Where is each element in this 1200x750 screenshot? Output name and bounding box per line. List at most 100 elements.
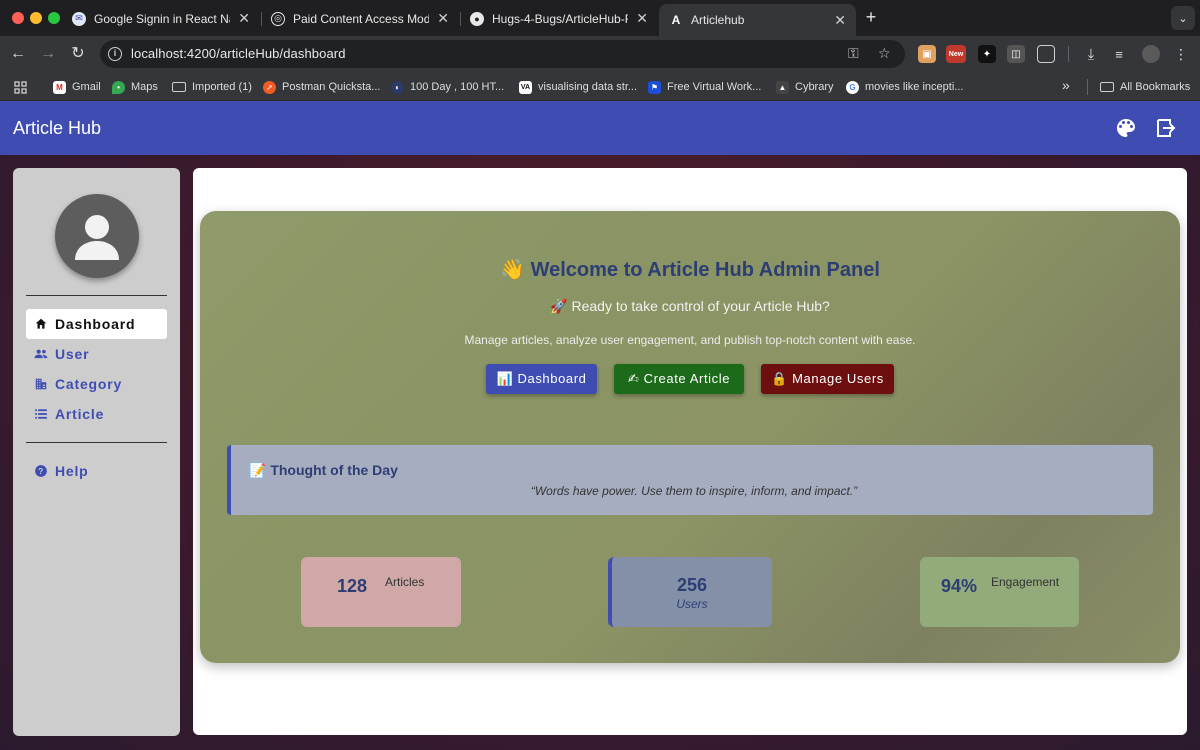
va-icon: VA [519, 80, 532, 94]
people-icon [34, 349, 48, 359]
dashboard-button[interactable]: 📊 Dashboard [486, 364, 597, 394]
home-icon [35, 318, 47, 329]
minimize-window-button[interactable] [30, 12, 42, 24]
bookmark-label: Maps [131, 81, 158, 93]
svg-text:?: ? [38, 467, 43, 476]
stat-label: Articles [385, 575, 425, 589]
thought-of-the-day-card: 📝 Thought of the Day “Words have power. … [227, 445, 1153, 515]
stat-card-engagement: 94% Engagement [920, 557, 1079, 627]
manage-users-button[interactable]: 🔒 Manage Users [761, 364, 894, 394]
maximize-window-button[interactable] [48, 12, 60, 24]
browser-tab-active[interactable]: A Articlehub ✕ [659, 4, 856, 36]
help-icon: ? [35, 465, 47, 477]
welcome-subtitle: 🚀 Ready to take control of your Article … [550, 298, 830, 314]
download-icon[interactable]: ⤓ [1082, 45, 1100, 63]
stat-label: Engagement [991, 575, 1060, 589]
app-title: Article Hub [13, 118, 102, 138]
stat-card-users: 256 Users [608, 557, 772, 627]
toolbar-divider [1068, 46, 1069, 62]
reload-button[interactable]: ↻ [68, 44, 88, 64]
address-bar[interactable]: i localhost:4200/articleHub/dashboard ⚿ … [100, 40, 905, 68]
sidebar-item-label: Category [55, 376, 123, 392]
bookmark-visualising[interactable]: VA visualising data str... [519, 79, 637, 95]
sidebar-divider [26, 442, 167, 443]
welcome-title: 👋 Welcome to Article Hub Admin Panel [500, 259, 880, 281]
more-bookmarks-button[interactable]: » [1062, 77, 1070, 93]
bookmark-postman[interactable]: ➚ Postman Quicksta... [263, 79, 380, 95]
bookmark-cybrary[interactable]: ▲ Cybrary [776, 79, 834, 95]
folder-icon [172, 82, 186, 92]
bookmark-label: Cybrary [795, 81, 834, 93]
url-text[interactable]: localhost:4200/articleHub/dashboard [131, 46, 346, 61]
close-tab-icon[interactable]: ✕ [238, 10, 250, 27]
stat-value: 94% [941, 576, 978, 596]
sparkle-extension-icon[interactable]: ✦ [978, 45, 996, 63]
profile-avatar[interactable] [1142, 45, 1160, 63]
bookmarks-bar: M Gmail • Maps Imported (1) ➚ Postman Qu… [0, 72, 1200, 101]
sidebar: Dashboard User Category Article ? Help [13, 168, 180, 736]
all-bookmarks-folder[interactable]: All Bookmarks [1100, 79, 1190, 95]
bookmark-100days[interactable]: ◐ 100 Day , 100 HT... [391, 79, 504, 95]
app-favicon-icon: ✉ [72, 11, 86, 26]
bookmark-imported-folder[interactable]: Imported (1) [172, 79, 252, 95]
app-header: Article Hub [0, 101, 1200, 155]
browser-tab[interactable]: ◎ Paid Content Access Model ✕ [261, 5, 459, 32]
postman-icon: ➚ [263, 80, 276, 94]
bookmark-label: visualising data str... [538, 81, 638, 93]
extension-new-icon[interactable]: New [946, 45, 966, 63]
media-queue-icon[interactable]: ≡ [1110, 45, 1128, 63]
cybrary-icon: ▲ [776, 80, 789, 94]
close-tab-icon[interactable]: ✕ [834, 12, 846, 29]
forward-button[interactable]: → [38, 44, 58, 64]
thought-title: 📝 Thought of the Day [249, 462, 398, 478]
angular-favicon-icon: A [671, 13, 681, 27]
browser-tab[interactable]: ● Hugs-4-Bugs/ArticleHub-Fro ✕ [460, 5, 658, 32]
bookmarks-divider [1087, 79, 1088, 95]
bookmark-maps[interactable]: • Maps [112, 79, 158, 95]
stat-label: Users [676, 597, 708, 611]
tab-search-button[interactable]: ⌄ [1171, 6, 1195, 30]
bookmark-virtual-work[interactable]: ⚑ Free Virtual Work... [648, 79, 761, 95]
maps-icon: • [112, 80, 125, 94]
stat-card-articles: 128 Articles [301, 557, 461, 627]
sidebar-item-help[interactable]: ? Help [26, 456, 167, 486]
site-info-icon[interactable]: i [108, 47, 122, 61]
password-key-icon[interactable]: ⚿ [848, 45, 859, 62]
welcome-description: Manage articles, analyze user engagement… [464, 333, 916, 347]
sidebar-item-label: Dashboard [55, 316, 136, 332]
logout-icon[interactable] [1154, 116, 1178, 140]
sidebar-item-label: User [55, 346, 90, 362]
tab-title: Hugs-4-Bugs/ArticleHub-Fro [492, 11, 629, 26]
create-article-button[interactable]: ✍ Create Article [614, 364, 744, 394]
tab-title: Google Signin in React Native [94, 11, 230, 26]
site-icon: ◐ [391, 80, 404, 94]
apps-grid-icon[interactable] [14, 79, 27, 95]
sidebar-item-category[interactable]: Category [26, 369, 167, 399]
extension-icon[interactable]: ▣ [918, 45, 936, 63]
new-tab-button[interactable]: + [861, 7, 881, 28]
tab-title: Paid Content Access Model [293, 11, 430, 26]
bookmark-star-icon[interactable]: ☆ [878, 45, 891, 62]
bookmark-label: All Bookmarks [1120, 81, 1191, 93]
close-tab-icon[interactable]: ✕ [437, 10, 449, 27]
stat-value: 128 [337, 576, 368, 596]
close-window-button[interactable] [12, 12, 24, 24]
browser-toolbar: ← → ↻ i localhost:4200/articleHub/dashbo… [0, 36, 1200, 72]
extension-badge: New [948, 50, 964, 58]
sidebar-item-article[interactable]: Article [26, 399, 167, 429]
back-button[interactable]: ← [8, 44, 28, 64]
extensions-puzzle-icon[interactable] [1037, 45, 1055, 63]
bookmark-gmail[interactable]: M Gmail [53, 79, 101, 95]
palette-icon[interactable] [1114, 116, 1138, 140]
google-icon: G [846, 80, 859, 94]
folder-icon [1100, 82, 1114, 92]
reader-extension-icon[interactable]: ◫ [1007, 45, 1025, 63]
browser-tab[interactable]: ✉ Google Signin in React Native ✕ [62, 5, 260, 32]
browser-menu-icon[interactable]: ⋮ [1172, 45, 1190, 63]
list-icon [35, 409, 47, 419]
close-tab-icon[interactable]: ✕ [636, 10, 648, 27]
bookmark-movies[interactable]: G movies like incepti... [846, 79, 963, 95]
gmail-icon: M [53, 80, 66, 94]
bookmark-label: Free Virtual Work... [667, 81, 762, 93]
github-favicon-icon: ● [470, 11, 484, 26]
